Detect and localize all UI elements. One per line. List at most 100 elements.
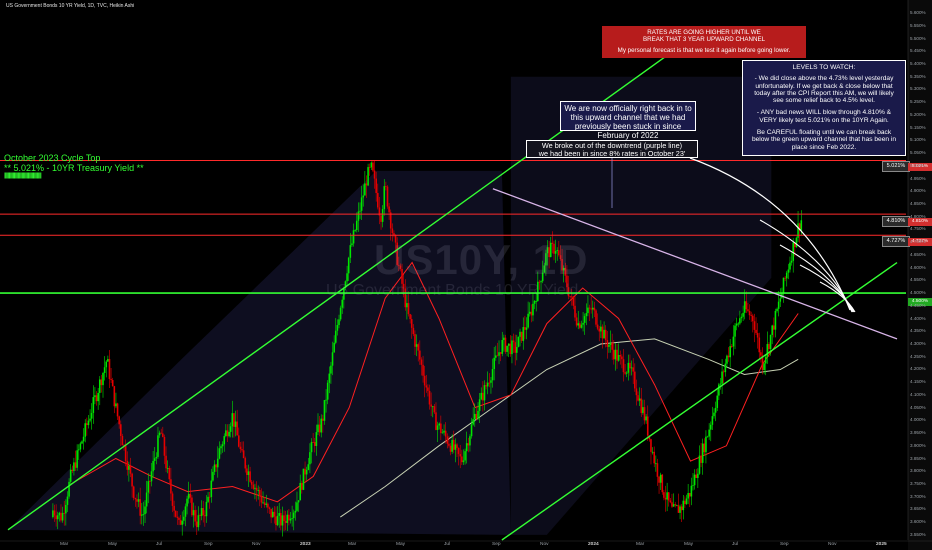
- candle-body: [205, 501, 208, 517]
- candle-body: [152, 460, 154, 472]
- candle-body: [79, 443, 82, 450]
- candle-body: [286, 514, 289, 523]
- candle-body: [260, 496, 263, 503]
- candle-body: [724, 363, 727, 373]
- candle-body: [320, 418, 323, 433]
- candle-body: [777, 301, 780, 309]
- y-tick-label: 4.450%: [910, 302, 926, 308]
- candle-body: [247, 471, 250, 475]
- levels-callout[interactable]: LEVELS TO WATCH: - We did close above th…: [742, 60, 906, 156]
- candle-body: [646, 416, 649, 436]
- candle-body: [87, 420, 90, 426]
- candle-body: [697, 473, 699, 478]
- candle-body: [462, 460, 465, 463]
- candle-body: [722, 371, 725, 373]
- candle-body: [207, 496, 209, 502]
- candle-body: [507, 343, 510, 346]
- candle-body: [254, 487, 256, 489]
- y-tick-label: 3.950%: [910, 430, 926, 436]
- forecast-callout[interactable]: RATES ARE GOING HIGHER UNTIL WE BREAK TH…: [602, 26, 806, 58]
- candle-body: [664, 497, 667, 500]
- candle-body: [614, 349, 617, 360]
- candle-body: [192, 510, 195, 516]
- candle-body: [596, 324, 599, 329]
- candle-body: [330, 365, 332, 374]
- candle-body: [406, 303, 408, 308]
- candle-body: [595, 310, 597, 325]
- candle-body: [121, 435, 124, 446]
- candle-body: [278, 513, 280, 516]
- candle-body: [187, 493, 190, 499]
- candle-body: [711, 416, 714, 425]
- forecast-line-2: BREAK THAT 3 YEAR UPWARD CHANNEL: [642, 36, 766, 43]
- channel-callout[interactable]: We are now officially right back in to t…: [560, 101, 696, 140]
- candle-body: [530, 311, 533, 316]
- candle-body: [663, 492, 665, 498]
- candle-body: [163, 436, 166, 456]
- candle-body: [491, 369, 494, 381]
- y-tick-label: 5.400%: [910, 61, 926, 66]
- candle-body: [645, 416, 647, 421]
- candle-body: [357, 211, 360, 221]
- x-tick-label: Nov: [252, 542, 261, 547]
- candle-body: [189, 493, 192, 498]
- candle-body: [365, 183, 368, 186]
- candle-body: [218, 448, 221, 459]
- candle-body: [680, 506, 683, 511]
- y-tick-label: 4.700%: [910, 239, 926, 245]
- candle-body: [782, 277, 785, 293]
- candle-body: [503, 337, 505, 341]
- candle-body: [669, 500, 672, 503]
- candle-body: [776, 308, 778, 311]
- candle-body: [451, 439, 453, 452]
- candle-body: [244, 458, 247, 469]
- candle-body: [698, 455, 701, 474]
- candle-body: [82, 436, 85, 442]
- candle-body: [590, 308, 592, 310]
- candle-body: [258, 490, 261, 497]
- candle-body: [234, 421, 237, 427]
- candle-body: [144, 506, 146, 515]
- candle-body: [105, 361, 108, 368]
- candle-body: [467, 443, 470, 446]
- candle-body: [436, 425, 439, 430]
- candle-body: [611, 342, 613, 350]
- candle-body: [170, 479, 172, 494]
- candle-body: [655, 463, 657, 465]
- candle-body: [609, 342, 612, 345]
- candle-body: [126, 460, 129, 470]
- candle-body: [585, 313, 588, 317]
- candle-body: [713, 412, 715, 417]
- candle-body: [464, 451, 466, 461]
- candle-body: [118, 416, 120, 425]
- candle-body: [89, 418, 91, 421]
- candle-body: [323, 400, 326, 421]
- candle-body: [730, 346, 733, 347]
- candle-body: [438, 423, 441, 426]
- candle-body: [98, 379, 101, 393]
- candle-body: [129, 465, 132, 474]
- candle-body: [441, 432, 444, 434]
- y-tick-label: 3.700%: [910, 493, 926, 499]
- candle-body: [215, 464, 217, 468]
- candle-body: [433, 406, 436, 413]
- y-tick-label: 5.100%: [910, 137, 926, 143]
- candle-body: [108, 359, 111, 380]
- candle-body: [718, 384, 720, 396]
- candle-body: [784, 277, 786, 279]
- candle-body: [58, 512, 61, 516]
- candle-body: [482, 392, 484, 401]
- y-tick-label: 5.600%: [910, 10, 926, 16]
- y-tick-label: 3.650%: [910, 506, 926, 512]
- candle-body: [524, 327, 526, 330]
- candle-body: [252, 484, 255, 489]
- candle-body: [301, 482, 303, 490]
- candle-body: [752, 315, 754, 322]
- candle-body: [213, 464, 216, 472]
- candle-body: [176, 516, 179, 518]
- candle-body: [627, 362, 630, 373]
- candle-body: [241, 449, 243, 451]
- candle-body: [692, 485, 694, 487]
- downtrend-callout[interactable]: We broke out of the downtrend (purple li…: [526, 140, 698, 158]
- candle-body: [86, 423, 88, 426]
